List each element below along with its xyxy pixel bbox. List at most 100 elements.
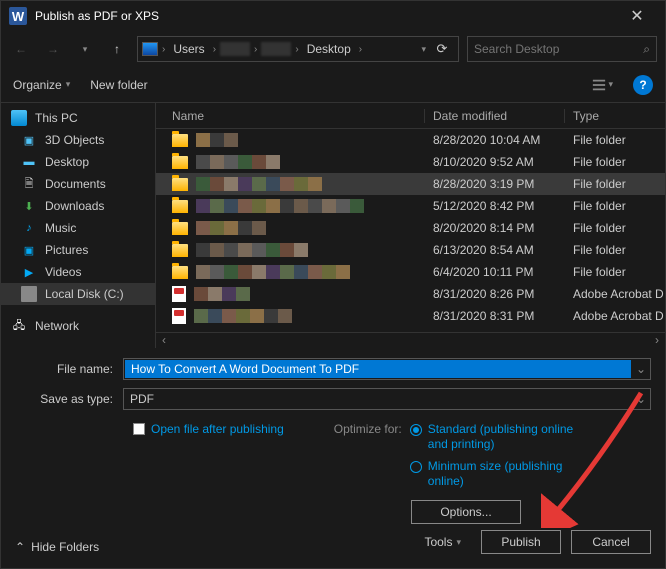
- column-type[interactable]: Type: [565, 109, 665, 123]
- help-button[interactable]: ?: [633, 75, 653, 95]
- sidebar-pictures[interactable]: ▣Pictures: [1, 239, 155, 261]
- file-date: 8/28/2020 10:04 AM: [425, 133, 565, 147]
- publish-button[interactable]: Publish: [481, 530, 561, 554]
- chevron-right-icon: ›: [359, 44, 362, 55]
- file-type: File folder: [565, 133, 665, 147]
- filename-redacted: [196, 199, 364, 213]
- radio-minimum-label: Minimum size (publishing online): [428, 459, 578, 490]
- search-input[interactable]: [474, 42, 637, 56]
- filename-redacted: [196, 133, 238, 147]
- filename-dropdown[interactable]: ⌄: [632, 362, 650, 376]
- saveastype-field[interactable]: PDF ⌄: [123, 388, 651, 410]
- up-button[interactable]: ↑: [105, 37, 129, 61]
- filename-label: File name:: [15, 362, 123, 376]
- breadcrumb[interactable]: › Users › › › Desktop › ▾ ⟳: [137, 36, 459, 62]
- file-row[interactable]: 6/4/2020 10:11 PMFile folder: [156, 261, 665, 283]
- file-date: 6/13/2020 8:54 AM: [425, 243, 565, 257]
- pdf-icon: [172, 308, 186, 324]
- open-after-label: Open file after publishing: [151, 422, 284, 436]
- folder-icon: [172, 222, 188, 235]
- scroll-left-icon[interactable]: ‹: [156, 333, 172, 347]
- organize-menu[interactable]: Organize ▾: [13, 78, 70, 92]
- sidebar-downloads[interactable]: ⬇Downloads: [1, 195, 155, 217]
- file-date: 8/28/2020 3:19 PM: [425, 177, 565, 191]
- breadcrumb-desktop[interactable]: Desktop: [303, 42, 355, 56]
- open-after-checkbox[interactable]: Open file after publishing: [133, 422, 284, 436]
- search-box[interactable]: ⌕: [467, 36, 657, 62]
- forward-button[interactable]: →: [41, 37, 65, 61]
- file-date: 8/10/2020 9:52 AM: [425, 155, 565, 169]
- breadcrumb-redacted[interactable]: [261, 42, 291, 56]
- filename-redacted: [196, 155, 280, 169]
- file-row[interactable]: 8/31/2020 8:26 PMAdobe Acrobat D: [156, 283, 665, 305]
- filename-redacted: [196, 221, 266, 235]
- breadcrumb-redacted[interactable]: [220, 42, 250, 56]
- sidebar-3d-objects[interactable]: ▣3D Objects: [1, 129, 155, 151]
- toolbar: Organize ▾ New folder ▾ ?: [1, 67, 665, 103]
- file-date: 5/12/2020 8:42 PM: [425, 199, 565, 213]
- sidebar-local-disk[interactable]: Local Disk (C:): [1, 283, 155, 305]
- file-date: 8/31/2020 8:26 PM: [425, 287, 565, 301]
- radio-standard[interactable]: Standard (publishing online and printing…: [410, 422, 578, 453]
- cancel-button[interactable]: Cancel: [571, 530, 651, 554]
- file-type: File folder: [565, 265, 665, 279]
- file-type: Adobe Acrobat D: [565, 309, 665, 323]
- sidebar-desktop[interactable]: ▬Desktop: [1, 151, 155, 173]
- folder-icon: [172, 266, 188, 279]
- sidebar: This PC ▣3D Objects ▬Desktop 🗎Documents …: [1, 103, 156, 348]
- file-row[interactable]: 8/28/2020 3:19 PMFile folder: [156, 173, 665, 195]
- horizontal-scrollbar[interactable]: ‹ ›: [156, 332, 665, 348]
- filename-redacted: [194, 309, 292, 323]
- sidebar-this-pc[interactable]: This PC: [1, 107, 155, 129]
- new-folder-button[interactable]: New folder: [90, 78, 147, 92]
- file-row[interactable]: 8/28/2020 10:04 AMFile folder: [156, 129, 665, 151]
- file-row[interactable]: 8/20/2020 8:14 PMFile folder: [156, 217, 665, 239]
- radio-standard-label: Standard (publishing online and printing…: [428, 422, 578, 453]
- file-type: File folder: [565, 199, 665, 213]
- file-row[interactable]: 8/10/2020 9:52 AMFile folder: [156, 151, 665, 173]
- breadcrumb-dropdown[interactable]: ▾: [421, 44, 426, 55]
- radio-icon: [410, 461, 422, 473]
- radio-icon: [410, 424, 422, 436]
- tools-menu[interactable]: Tools ▾: [424, 535, 461, 549]
- bottom-panel: File name: ⌄ Save as type: PDF ⌄ Open fi…: [1, 348, 665, 568]
- sidebar-videos[interactable]: ▶Videos: [1, 261, 155, 283]
- options-button[interactable]: Options...: [411, 500, 521, 524]
- file-type: File folder: [565, 177, 665, 191]
- close-button[interactable]: ✕: [617, 6, 657, 26]
- file-date: 6/4/2020 10:11 PM: [425, 265, 565, 279]
- file-row[interactable]: 5/12/2020 8:42 PMFile folder: [156, 195, 665, 217]
- back-button[interactable]: ←: [9, 37, 33, 61]
- folder-icon: [172, 178, 188, 191]
- sidebar-music[interactable]: ♪Music: [1, 217, 155, 239]
- filename-input[interactable]: [125, 360, 631, 378]
- file-row[interactable]: 8/31/2020 8:31 PMAdobe Acrobat D: [156, 305, 665, 327]
- scroll-right-icon[interactable]: ›: [649, 333, 665, 347]
- saveastype-value: PDF: [124, 392, 632, 406]
- recent-dropdown[interactable]: ▾: [73, 37, 97, 61]
- hide-folders-button[interactable]: ⌃ Hide Folders: [15, 540, 99, 554]
- filename-field[interactable]: ⌄: [123, 358, 651, 380]
- column-date[interactable]: Date modified: [425, 109, 565, 123]
- chevron-right-icon: ›: [162, 44, 165, 55]
- file-date: 8/20/2020 8:14 PM: [425, 221, 565, 235]
- hide-folders-label: Hide Folders: [31, 540, 99, 554]
- folder-icon: [172, 200, 188, 213]
- folder-icon: [172, 156, 188, 169]
- saveastype-label: Save as type:: [15, 392, 123, 406]
- file-row[interactable]: 6/13/2020 8:54 AMFile folder: [156, 239, 665, 261]
- view-mode-button[interactable]: ▾: [592, 78, 613, 92]
- radio-minimum[interactable]: Minimum size (publishing online): [410, 459, 578, 490]
- sidebar-network[interactable]: 🖧Network: [1, 315, 155, 337]
- filename-redacted: [196, 265, 350, 279]
- file-type: Adobe Acrobat D: [565, 287, 665, 301]
- file-date: 8/31/2020 8:31 PM: [425, 309, 565, 323]
- breadcrumb-users[interactable]: Users: [169, 42, 208, 56]
- saveastype-dropdown[interactable]: ⌄: [632, 392, 650, 406]
- sidebar-documents[interactable]: 🗎Documents: [1, 173, 155, 195]
- chevron-right-icon: ›: [213, 44, 216, 55]
- filename-redacted: [196, 177, 322, 191]
- window-title: Publish as PDF or XPS: [35, 9, 617, 23]
- column-name[interactable]: Name: [156, 109, 425, 123]
- refresh-button[interactable]: ⟳: [430, 37, 454, 61]
